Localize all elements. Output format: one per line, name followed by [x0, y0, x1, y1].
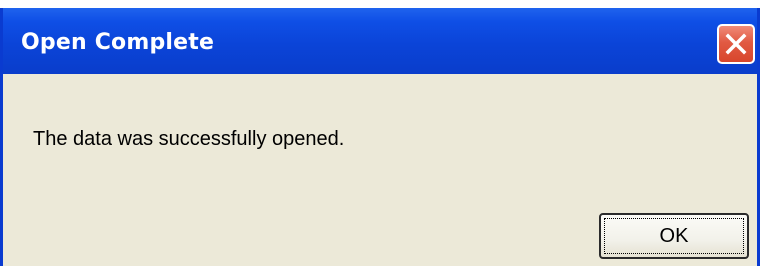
title-bar[interactable]: Open Complete	[3, 8, 757, 74]
close-button[interactable]	[717, 24, 755, 64]
ok-button-label: OK	[604, 218, 744, 254]
message-dialog: Open Complete The data was successfully …	[0, 8, 760, 266]
dialog-message: The data was successfully opened.	[33, 128, 345, 150]
dialog-title: Open Complete	[21, 30, 215, 55]
close-icon	[725, 33, 747, 55]
dialog-body: The data was successfully opened. OK	[3, 74, 757, 266]
ok-button[interactable]: OK	[599, 213, 749, 259]
